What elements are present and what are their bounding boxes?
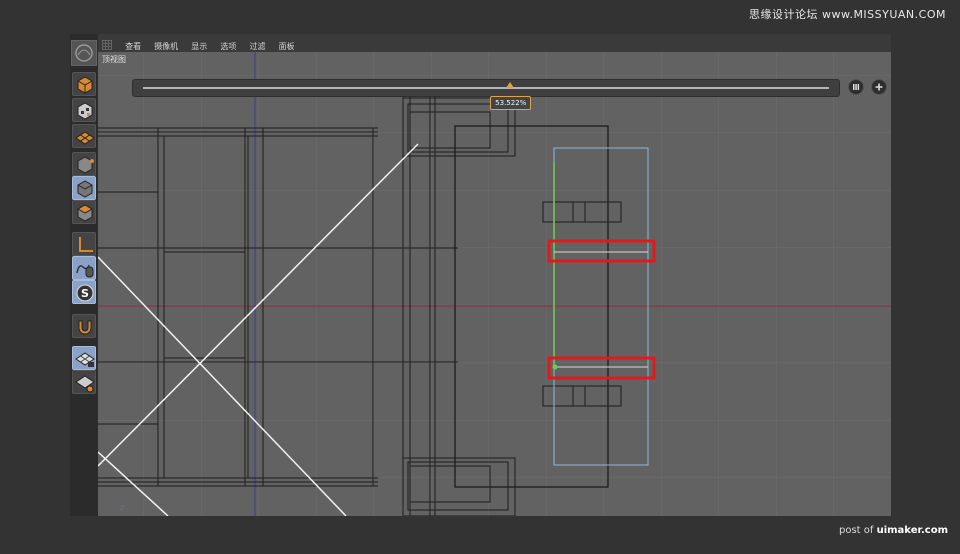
pause-icon — [853, 84, 860, 90]
tweak-mouse-icon[interactable] — [72, 256, 96, 280]
credit-text: post of uimaker.com — [839, 525, 948, 536]
watermark-text: 思缘设计论坛 www.MISSYUAN.COM — [748, 8, 946, 21]
cube-polygons-icon[interactable] — [72, 200, 96, 224]
checker-cube-icon[interactable] — [72, 98, 96, 122]
checker-plane-icon[interactable] — [72, 124, 96, 148]
app-logo-icon[interactable] — [71, 40, 97, 66]
cube-edges-icon[interactable] — [72, 176, 96, 200]
green-point — [552, 364, 558, 370]
slider-handle[interactable] — [506, 82, 515, 88]
slider-track[interactable] — [143, 87, 829, 89]
magnet-icon[interactable] — [72, 314, 96, 338]
credit-prefix: post of — [839, 525, 877, 536]
viewport-scene: z — [98, 52, 891, 516]
grid-plane-icon[interactable] — [72, 370, 96, 394]
add-button[interactable] — [871, 79, 887, 95]
credit-site: uimaker.com — [876, 525, 948, 536]
cube-icon[interactable] — [72, 72, 96, 96]
slider-value-tooltip: 53.522% — [490, 96, 532, 110]
lock-grid-icon[interactable] — [72, 346, 96, 370]
cube-points-icon[interactable] — [72, 152, 96, 176]
plus-icon — [875, 83, 883, 91]
left-toolbar: S — [70, 34, 98, 516]
axis-z-label: z — [120, 503, 124, 512]
viewport-menubar: 查看 摄像机 显示 选项 过滤 面板 — [98, 34, 891, 53]
slider-bar[interactable] — [132, 79, 840, 97]
svg-text:S: S — [81, 287, 89, 300]
axis-icon[interactable] — [72, 232, 96, 256]
snap-s-icon[interactable]: S — [72, 280, 96, 304]
grip-icon[interactable] — [102, 39, 112, 50]
top-viewport[interactable]: z 顶视图 53.522% — [98, 52, 891, 516]
pause-button[interactable] — [848, 79, 864, 95]
viewport-title: 顶视图 — [102, 55, 126, 64]
